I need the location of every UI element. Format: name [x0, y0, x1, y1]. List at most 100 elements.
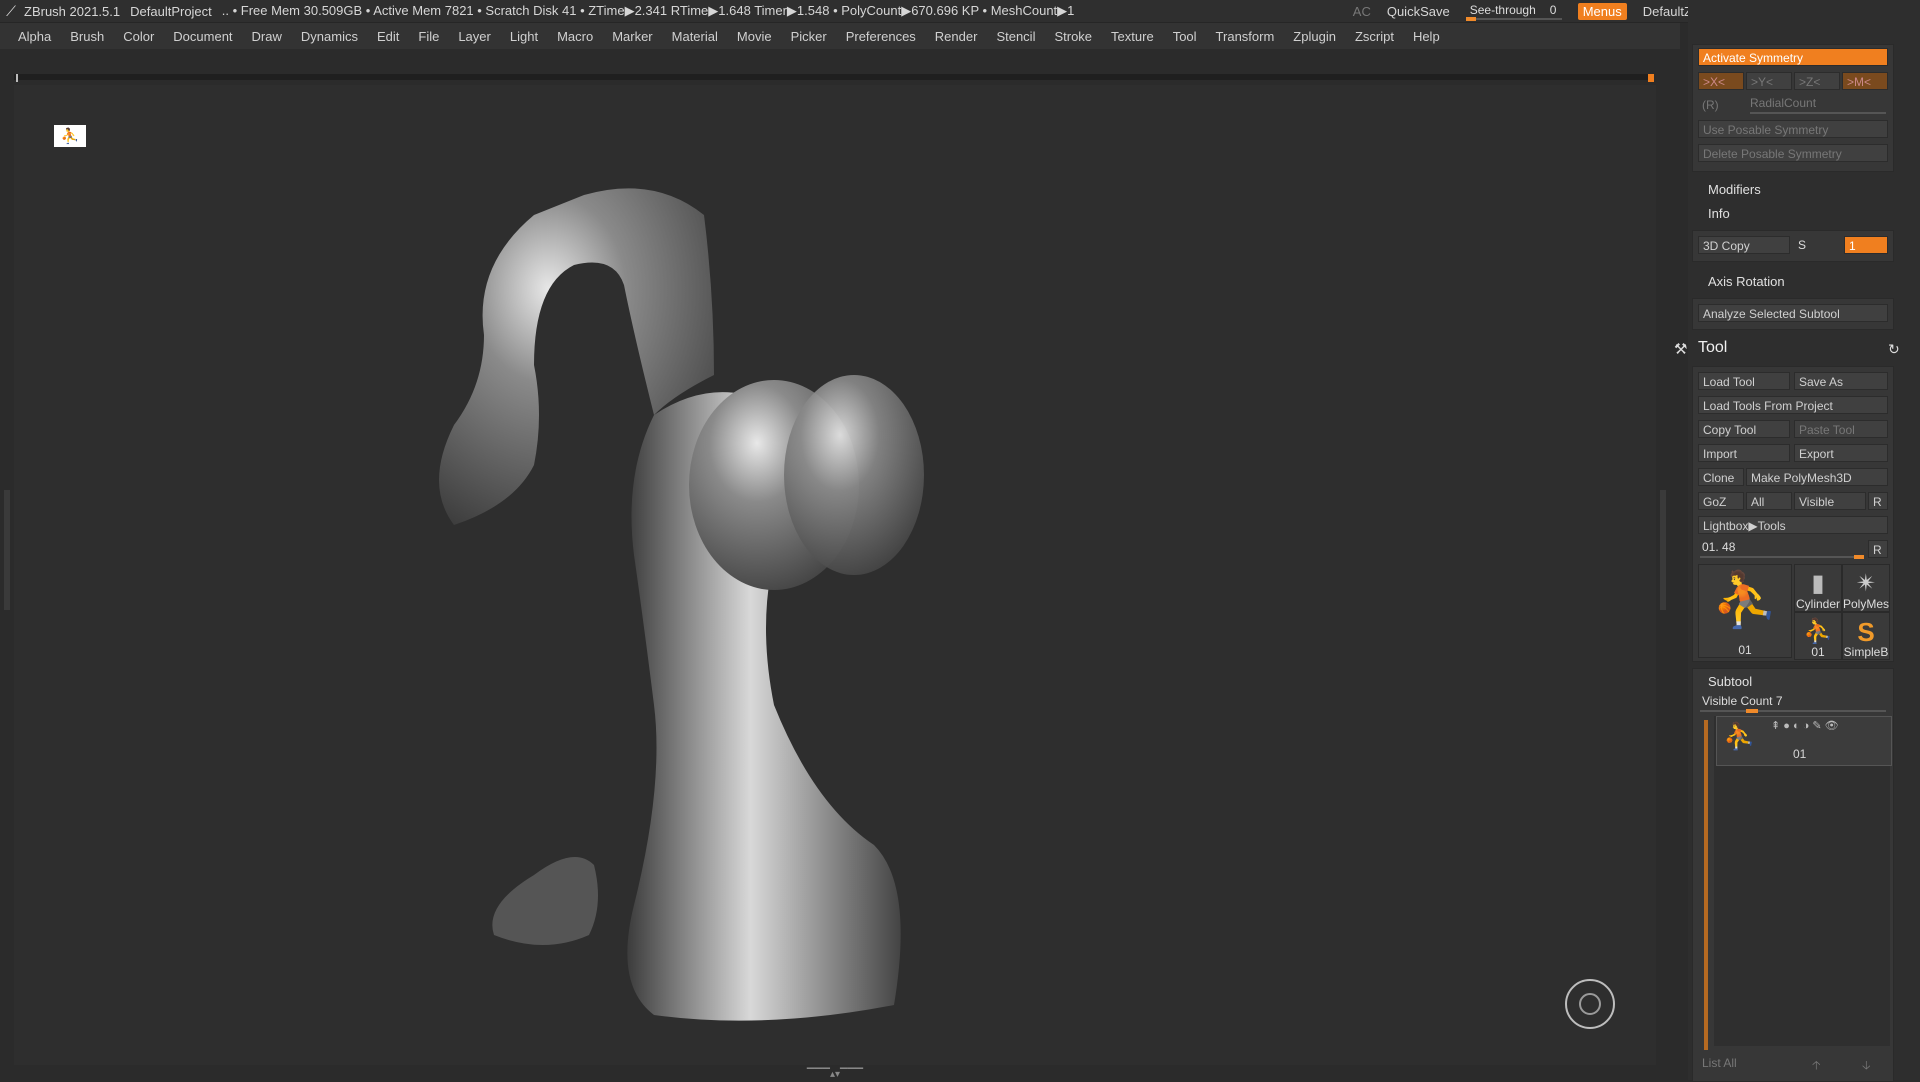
subtool-scrollbar[interactable]: [1704, 720, 1708, 1050]
import-button[interactable]: Import: [1698, 444, 1790, 462]
figure-icon: ⛹: [1803, 618, 1833, 645]
tool-brush-icon: ⚒: [1674, 341, 1688, 358]
menu-brush[interactable]: Brush: [70, 29, 104, 44]
menu-file[interactable]: File: [418, 29, 439, 44]
radial-count-slider[interactable]: RadialCount: [1750, 96, 1816, 110]
menu-material[interactable]: Material: [672, 29, 718, 44]
subtool-item-label: 01: [1793, 747, 1807, 761]
clone-button[interactable]: Clone: [1698, 468, 1744, 486]
info-section[interactable]: Info: [1708, 206, 1730, 221]
tool-thumb-current[interactable]: ⛹ 01: [1698, 564, 1792, 658]
current-tool-slider[interactable]: 01. 48: [1702, 540, 1735, 554]
move-up-icon[interactable]: 🡡: [1812, 1056, 1821, 1077]
menu-help[interactable]: Help: [1413, 29, 1440, 44]
subtool-item[interactable]: ⛹ ⇞ ● ◐ ◑ ✎ 👁 01: [1716, 716, 1892, 766]
all-button[interactable]: All: [1746, 492, 1792, 510]
load-tool-button[interactable]: Load Tool: [1698, 372, 1790, 390]
refresh-icon[interactable]: ↻: [1888, 341, 1900, 358]
menus-button[interactable]: Menus: [1577, 2, 1627, 20]
make-polymesh3d-button[interactable]: Make PolyMesh3D: [1746, 468, 1888, 486]
title-bar: ⟋ ZBrush 2021.5.1 DefaultProject .. • Fr…: [0, 0, 1920, 23]
visible-count-slider[interactable]: Visible Count 7: [1702, 694, 1783, 708]
s-label: S: [1798, 238, 1807, 252]
gizmo-orbit-icon[interactable]: [1565, 979, 1615, 1029]
tool-palette-title[interactable]: Tool: [1698, 339, 1727, 357]
analyze-subtool-button[interactable]: Analyze Selected Subtool: [1698, 304, 1888, 322]
radial-r-label: (R): [1702, 98, 1719, 112]
symmetry-y-button[interactable]: >Y<: [1746, 72, 1792, 90]
move-down-icon[interactable]: 🡣: [1862, 1056, 1871, 1077]
menu-draw[interactable]: Draw: [252, 29, 282, 44]
menu-transform[interactable]: Transform: [1216, 29, 1275, 44]
menu-document[interactable]: Document: [173, 29, 232, 44]
current-tool-r-button[interactable]: R: [1868, 540, 1888, 558]
star-icon: ✴: [1855, 570, 1877, 597]
symmetry-z-button[interactable]: >Z<: [1794, 72, 1840, 90]
tool-thumb-figure[interactable]: ⛹ 01: [1794, 612, 1842, 660]
goz-button[interactable]: GoZ: [1698, 492, 1744, 510]
cylinder-icon: ▮: [1811, 570, 1825, 597]
activate-symmetry-button[interactable]: Activate Symmetry: [1698, 48, 1888, 66]
menu-alpha[interactable]: Alpha: [18, 29, 51, 44]
timeline-ruler[interactable]: [14, 74, 1654, 82]
menu-picker[interactable]: Picker: [791, 29, 827, 44]
document-canvas[interactable]: [14, 85, 1656, 1065]
subtool-toggle-icons[interactable]: ⇞ ● ◐ ◑ ✎ 👁: [1771, 719, 1839, 732]
visible-button[interactable]: Visible: [1794, 492, 1866, 510]
sculpt-model: [439, 188, 924, 1021]
menu-stroke[interactable]: Stroke: [1054, 29, 1092, 44]
menu-stencil[interactable]: Stencil: [996, 29, 1035, 44]
menu-edit[interactable]: Edit: [377, 29, 399, 44]
menu-movie[interactable]: Movie: [737, 29, 772, 44]
memory-stats: .. • Free Mem 30.509GB • Active Mem 7821…: [221, 3, 1075, 18]
tool-thumb-label: 01: [1811, 645, 1825, 659]
tool-thumb-label: Cylinder: [1795, 597, 1840, 611]
save-as-button[interactable]: Save As: [1794, 372, 1888, 390]
menu-layer[interactable]: Layer: [458, 29, 491, 44]
menu-marker[interactable]: Marker: [612, 29, 652, 44]
modifiers-section[interactable]: Modifiers: [1708, 182, 1761, 197]
symmetry-m-button[interactable]: >M<: [1842, 72, 1888, 90]
axis-rotation-section[interactable]: Axis Rotation: [1708, 274, 1785, 289]
project-name: DefaultProject: [130, 3, 212, 19]
menu-dynamics[interactable]: Dynamics: [301, 29, 358, 44]
tool-figure-icon[interactable]: ⛹: [54, 125, 86, 147]
subtool-section[interactable]: Subtool: [1708, 674, 1752, 689]
bottom-tray-handle[interactable]: ▔▔▔▴▾▔▔▔: [770, 1069, 900, 1080]
figure-icon: ⛹: [1711, 570, 1779, 630]
menu-tool[interactable]: Tool: [1173, 29, 1197, 44]
3d-copy-button[interactable]: 3D Copy: [1698, 236, 1790, 254]
menu-render[interactable]: Render: [935, 29, 978, 44]
tool-thumb-polymesh[interactable]: ✴ PolyMes: [1842, 564, 1890, 612]
export-button[interactable]: Export: [1794, 444, 1888, 462]
copy-value-field[interactable]: 1: [1844, 236, 1888, 254]
menu-zplugin[interactable]: Zplugin: [1293, 29, 1336, 44]
seethrough-value: 0: [1549, 3, 1557, 17]
symmetry-x-button[interactable]: >X<: [1698, 72, 1744, 90]
right-tray-handle[interactable]: [1660, 490, 1666, 610]
menu-light[interactable]: Light: [510, 29, 538, 44]
lightbox-tools-button[interactable]: Lightbox▶Tools: [1698, 516, 1888, 534]
paste-tool-button[interactable]: Paste Tool: [1794, 420, 1888, 438]
tool-thumb-label: PolyMes: [1843, 597, 1890, 611]
tool-thumb-simpleb[interactable]: S SimpleB: [1842, 612, 1890, 660]
goz-r-button[interactable]: R: [1868, 492, 1888, 510]
quicksave-button[interactable]: QuickSave: [1387, 4, 1450, 19]
menu-texture[interactable]: Texture: [1111, 29, 1154, 44]
ac-label: AC: [1352, 3, 1371, 19]
seethrough-label: See-through: [1469, 3, 1536, 17]
delete-posable-symmetry-button[interactable]: Delete Posable Symmetry: [1698, 144, 1888, 162]
menu-zscript[interactable]: Zscript: [1355, 29, 1394, 44]
tool-thumb-cylinder[interactable]: ▮ Cylinder: [1794, 564, 1842, 612]
menu-macro[interactable]: Macro: [557, 29, 593, 44]
copy-tool-button[interactable]: Copy Tool: [1698, 420, 1790, 438]
menu-preferences[interactable]: Preferences: [846, 29, 916, 44]
app-title: ZBrush 2021.5.1: [24, 3, 121, 19]
menu-color[interactable]: Color: [123, 29, 154, 44]
left-tray-handle[interactable]: [4, 490, 10, 610]
seethrough-slider[interactable]: See-through 0: [1465, 2, 1562, 21]
list-all-button[interactable]: List All: [1702, 1056, 1737, 1070]
load-tools-from-project-button[interactable]: Load Tools From Project: [1698, 396, 1888, 414]
use-posable-symmetry-button[interactable]: Use Posable Symmetry: [1698, 120, 1888, 138]
figure-icon: ⛹: [1723, 721, 1756, 751]
